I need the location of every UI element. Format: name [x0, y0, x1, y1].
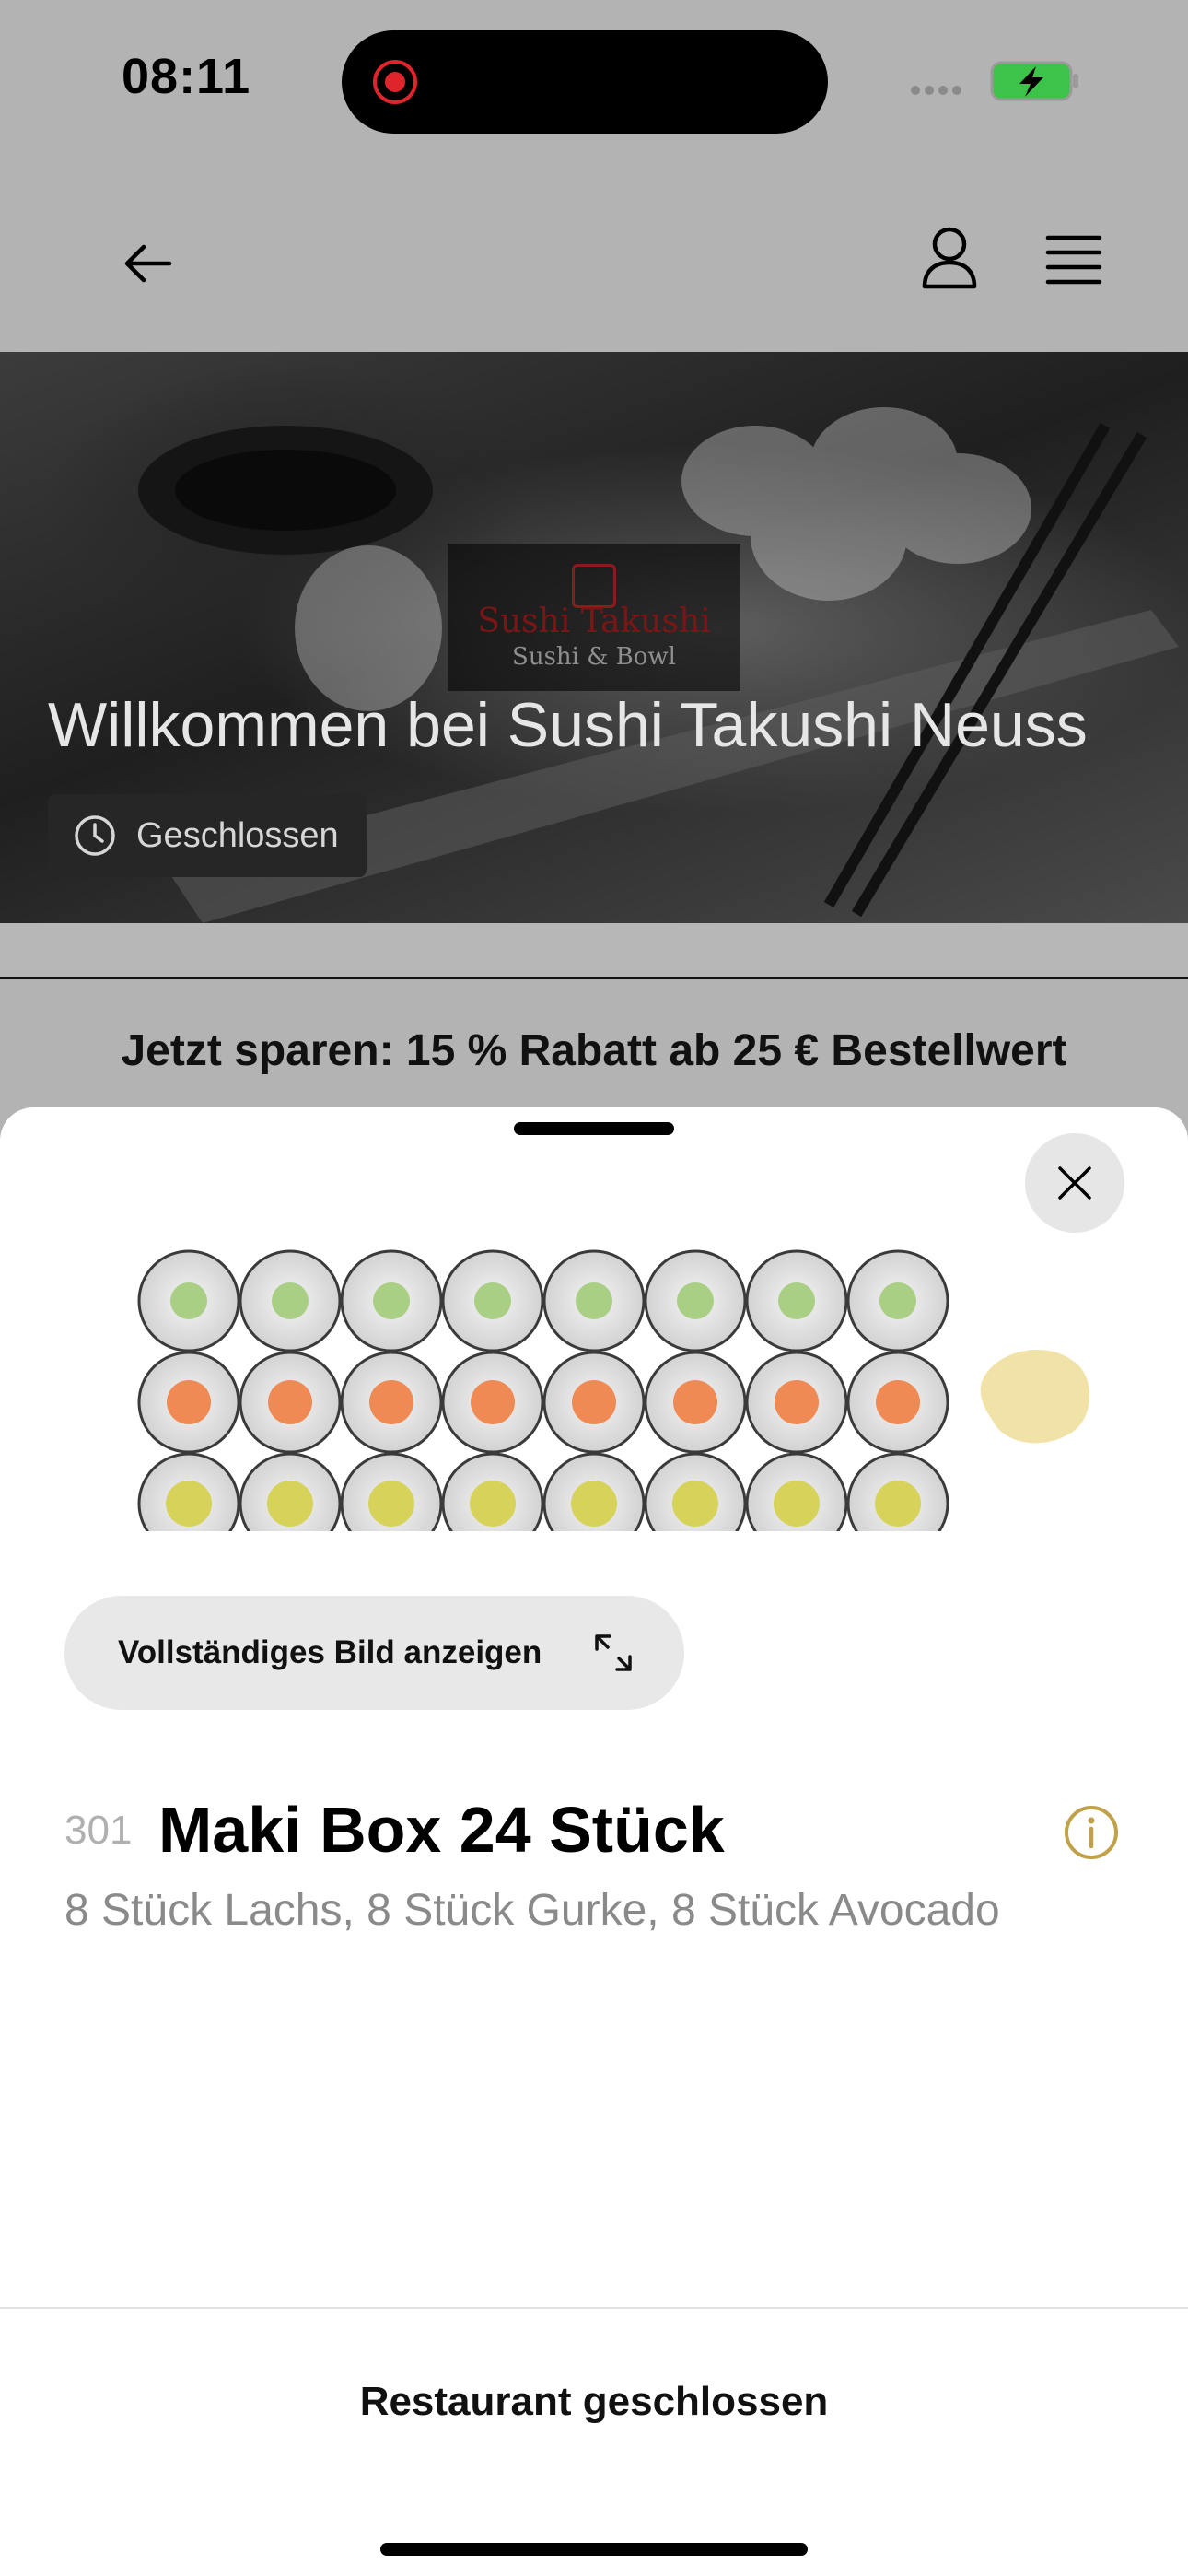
logo-subtitle: Sushi & Bowl — [512, 643, 676, 671]
product-description: 8 Stück Lachs, 8 Stück Gurke, 8 Stück Av… — [64, 1886, 1000, 1935]
product-number: 301 — [64, 1808, 133, 1853]
restaurant-closed-label: Restaurant geschlossen — [359, 2379, 829, 2424]
close-icon — [1058, 1166, 1091, 1200]
expand-arrows-icon — [595, 1634, 632, 1671]
logo-brand-text: Sushi Takushi — [477, 603, 711, 640]
footer-divider — [0, 2307, 1188, 2309]
close-button[interactable] — [1025, 1133, 1124, 1233]
cellular-signal-icon — [911, 86, 961, 95]
sheet-grabber-handle[interactable] — [514, 1122, 674, 1135]
hamburger-menu-icon[interactable] — [1044, 230, 1103, 289]
top-navigation-bar — [0, 166, 1188, 352]
status-bar: 08:11 — [0, 0, 1188, 166]
info-icon[interactable] — [1063, 1804, 1120, 1861]
user-icon[interactable] — [921, 226, 978, 290]
restaurant-logo: Sushi Takushi Sushi & Bowl — [448, 544, 740, 691]
promo-banner[interactable]: Jetzt sparen: 15 % Rabatt ab 25 € Bestel… — [0, 979, 1188, 1108]
status-time: 08:11 — [122, 49, 251, 104]
clock-icon — [75, 815, 115, 856]
product-name: Maki Box 24 Stück — [158, 1794, 725, 1866]
product-detail-sheet: Vollständiges Bild anzeigen 301 Maki Box… — [0, 1107, 1188, 2576]
show-full-image-button[interactable]: Vollständiges Bild anzeigen — [64, 1596, 684, 1710]
restaurant-welcome-title: Willkommen bei Sushi Takushi Neuss — [48, 690, 1088, 760]
restaurant-hero-banner: Sushi Takushi Sushi & Bowl Willkommen be… — [0, 352, 1188, 923]
logo-mark-icon — [572, 564, 616, 608]
promo-text: Jetzt sparen: 15 % Rabatt ab 25 € Bestel… — [121, 1026, 1067, 1075]
product-image[interactable] — [120, 1236, 1142, 1531]
dynamic-island — [342, 30, 828, 134]
opening-status-label: Geschlossen — [136, 815, 339, 855]
show-full-image-label: Vollständiges Bild anzeigen — [118, 1634, 542, 1670]
arrow-left-icon[interactable] — [118, 234, 177, 293]
home-indicator[interactable] — [380, 2543, 808, 2556]
section-divider — [0, 923, 1188, 979]
battery-charging-icon — [990, 61, 1078, 101]
recording-indicator-icon — [373, 60, 417, 104]
opening-status-badge[interactable]: Geschlossen — [48, 794, 367, 877]
